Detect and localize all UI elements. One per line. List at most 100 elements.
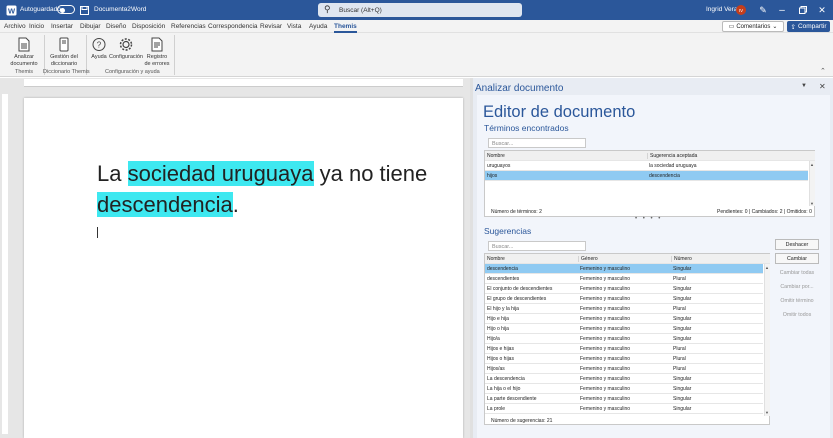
help-button[interactable]: ? Ayuda — [89, 37, 109, 61]
menu-ayuda[interactable]: Ayuda — [309, 23, 327, 30]
table-row[interactable]: hijos descendencia — [485, 171, 808, 181]
skip-all-button[interactable]: Omitir todos — [775, 309, 819, 320]
skip-term-button[interactable]: Omitir término — [775, 295, 819, 306]
error-log-button[interactable]: Registro de errores — [144, 37, 170, 68]
avatar[interactable]: IV — [736, 5, 746, 15]
search-box[interactable]: ⚲ Buscar (Alt+Q) — [318, 3, 522, 17]
scroll-up-icon[interactable]: ▲ — [810, 162, 814, 167]
help-icon: ? — [92, 38, 106, 51]
menu-vista[interactable]: Vista — [287, 23, 301, 30]
document-line-2[interactable]: descendencia. — [97, 192, 239, 218]
table-row[interactable]: Hijos o hijas Femenino y masculino Plural — [485, 354, 763, 364]
dictionary-management-button[interactable]: Gestión del diccionario — [47, 37, 81, 68]
share-button[interactable]: ⇪ Compartir — [787, 21, 830, 32]
table-cell-name: Hijos e hijas — [487, 346, 514, 352]
editor-title: Editor de documento — [483, 103, 636, 121]
table-cell-gender: Femenino y masculino — [580, 276, 631, 282]
table-row[interactable]: El hijo y la hija Femenino y masculino Plu… — [485, 304, 763, 314]
terms-count: Número de términos: 2 — [491, 209, 542, 215]
svg-text:W: W — [7, 6, 15, 15]
table-cell-name: El conjunto de descendientes — [487, 286, 553, 292]
terms-search-input[interactable]: Buscar... — [488, 138, 586, 148]
table-row[interactable]: La prole Femenino y masculino Singular — [485, 404, 763, 414]
configuration-button[interactable]: Configuración — [109, 37, 143, 61]
table-row[interactable]: Hijo/a Femenino y masculino Singular — [485, 334, 763, 344]
highlight-term: descendencia — [97, 192, 233, 217]
table-row[interactable]: La parte descendiente Femenino y masculin… — [485, 394, 763, 404]
table-row[interactable]: Hijos/as Femenino y masculino Plural — [485, 364, 763, 374]
menu-disposicion[interactable]: Disposición — [132, 23, 165, 30]
app-name: Word — [131, 6, 147, 13]
highlight-term: sociedad uruguaya — [127, 161, 314, 186]
restore-icon[interactable] — [797, 4, 809, 16]
table-cell-name: Hijos o hijas — [487, 356, 514, 362]
menu-revisar[interactable]: Revisar — [260, 23, 282, 30]
table-cell-number: Singular — [673, 396, 692, 402]
change-button[interactable]: Cambiar — [775, 253, 819, 264]
menu-themis[interactable]: Themis — [334, 23, 357, 33]
document-line-1[interactable]: La sociedad uruguaya ya no tiene — [97, 161, 427, 187]
menu-archivo[interactable]: Archivo — [4, 23, 26, 30]
scroll-up-icon[interactable]: ▲ — [765, 265, 769, 270]
title-bar: W Autoguardado Documento2 - Word ⚲ Busca… — [0, 0, 833, 20]
terms-scrollbar[interactable] — [809, 161, 815, 206]
vertical-ruler[interactable] — [2, 94, 8, 434]
splitter-grip[interactable]: • • • • — [635, 216, 662, 222]
table-cell-number: Singular — [673, 326, 692, 332]
close-icon[interactable]: ✕ — [816, 4, 828, 16]
log-icon — [151, 37, 163, 52]
menu-inicio[interactable]: Inicio — [29, 23, 44, 30]
scroll-down-icon[interactable]: ▼ — [765, 410, 769, 415]
table-row[interactable]: Hijo o hija Femenino y masculino Singular — [485, 324, 763, 334]
text-cursor — [97, 227, 98, 238]
menu-referencias[interactable]: Referencias — [171, 23, 206, 30]
undo-change-button[interactable]: Deshacer Cambio — [775, 239, 819, 259]
change-to-button[interactable]: Cambiar por... — [775, 281, 819, 292]
suggestions-scrollbar[interactable] — [764, 264, 770, 416]
autosave-toggle[interactable] — [57, 5, 75, 14]
table-row[interactable]: Hijo e hija Femenino y masculino Singular — [485, 314, 763, 324]
comments-button[interactable]: ▭ Comentarios ⌄ — [722, 21, 784, 32]
table-row[interactable]: descendencia Femenino y masculino Singular — [485, 264, 763, 274]
table-row[interactable]: Hijos e hijas Femenino y masculino Plural — [485, 344, 763, 354]
suggestions-search-input[interactable]: Buscar... — [488, 241, 586, 251]
horizontal-ruler[interactable] — [24, 79, 463, 87]
share-label: Compartir — [797, 23, 827, 30]
table-row[interactable]: uruguayos la sociedad uruguaya — [485, 161, 808, 171]
suggestions-table: Nombre Género Número descendencia Femenin… — [484, 253, 770, 425]
suggestions-header: Nombre Género Número — [485, 254, 770, 264]
menu-insertar[interactable]: Insertar — [51, 23, 73, 30]
table-row[interactable]: La hija o el hijo Femenino y masculino Sin… — [485, 384, 763, 394]
pane-close-icon[interactable]: ✕ — [819, 82, 826, 91]
analyze-document-button[interactable]: Analizar documento — [7, 37, 41, 68]
table-cell-name: La prole — [487, 406, 506, 412]
comments-label: Comentarios — [736, 23, 771, 30]
menu-bar: Archivo Inicio Insertar Dibujar Diseño D… — [0, 20, 833, 33]
pen-icon[interactable]: ✎ — [757, 4, 769, 16]
save-icon[interactable] — [78, 4, 90, 16]
table-cell-name: descendientes — [487, 276, 520, 282]
change-all-button[interactable]: Cambiar todas — [775, 267, 819, 278]
table-cell-number: Plural — [673, 346, 686, 352]
menu-diseno[interactable]: Diseño — [106, 23, 126, 30]
menu-dibujar[interactable]: Dibujar — [80, 23, 101, 30]
menu-correspondencia[interactable]: Correspondencia — [208, 23, 258, 30]
collapse-ribbon-icon[interactable]: ⌃ — [820, 67, 826, 75]
table-row[interactable]: La descendencia Femenino y masculino Singu… — [485, 374, 763, 384]
scroll-down-icon[interactable]: ▼ — [810, 201, 814, 206]
table-row[interactable]: descendientes Femenino y masculino Plural — [485, 274, 763, 284]
minimize-icon[interactable]: – — [776, 4, 788, 16]
table-cell-gender: Femenino y masculino — [580, 306, 631, 312]
chevron-down-icon: ⌄ — [772, 24, 778, 30]
pane-options-icon[interactable]: ▼ — [801, 83, 807, 89]
table-cell-number: Singular — [673, 376, 692, 382]
table-cell-gender: Femenino y masculino — [580, 326, 631, 332]
table-cell-name: descendencia — [487, 266, 518, 272]
table-row[interactable]: El grupo de descendientes Femenino y masc… — [485, 294, 763, 304]
title-separator: - — [125, 6, 128, 13]
table-cell-name: El hijo y la hija — [487, 306, 519, 312]
table-row[interactable]: El conjunto de descendientes Femenino y m… — [485, 284, 763, 294]
terms-title: Términos encontrados — [484, 123, 569, 133]
document-page[interactable] — [24, 98, 463, 438]
table-cell-number: Singular — [673, 336, 692, 342]
